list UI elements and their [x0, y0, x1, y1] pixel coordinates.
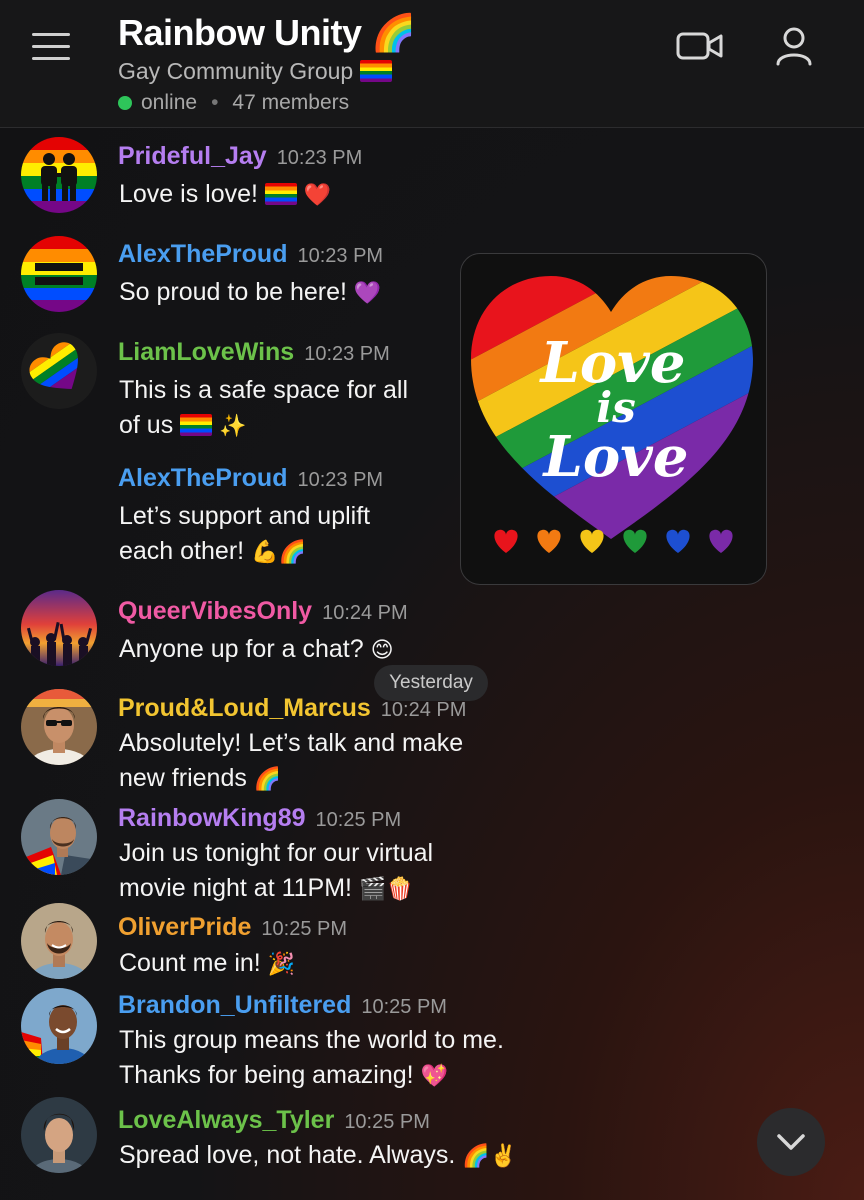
username[interactable]: RainbowKing89 [118, 804, 306, 832]
timestamp: 10:24 PM [322, 602, 408, 624]
username[interactable]: Prideful_Jay [118, 142, 267, 170]
member-count: 47 members [232, 91, 350, 114]
timestamp: 10:23 PM [297, 469, 384, 491]
shared-image-love-is-love[interactable]: Love is Love [460, 253, 767, 585]
username[interactable]: OliverPride [118, 913, 251, 941]
purple-heart-emoji: 💜 [353, 281, 382, 306]
message-body: This group means the world to me. [119, 1026, 504, 1054]
rainbow-peace-emoji: 🌈✌️ [462, 1144, 518, 1169]
avatar[interactable] [21, 137, 97, 213]
rainbow-emoji: 🌈 [253, 767, 282, 792]
avatar[interactable] [21, 333, 97, 409]
small-heart-icon [623, 529, 647, 553]
timestamp: 10:25 PM [344, 1111, 430, 1133]
message-text: This group means the world to me. Thanks … [119, 1023, 539, 1094]
online-indicator-icon [118, 96, 132, 110]
message-body: Let’s support and uplift [119, 502, 371, 530]
timestamp: 10:25 PM [315, 809, 402, 831]
group-title: Rainbow Unity 🌈 [118, 12, 416, 53]
chat-header: Rainbow Unity 🌈 Gay Community Group onli… [0, 0, 864, 128]
message-body: Spread love, not hate. Always. [119, 1141, 456, 1169]
group-subtitle-text: Gay Community Group [118, 58, 354, 84]
message-body: Join us tonight for our virtual [119, 839, 434, 867]
message-text: Let’s support and uplift each other! 💪🌈 [119, 499, 519, 570]
message-body-line2: movie night at 11PM! [119, 874, 352, 902]
timestamp: 10:23 PM [297, 245, 384, 267]
person-icon[interactable] [774, 26, 814, 66]
message-text: Join us tonight for our virtual movie nig… [119, 836, 519, 907]
video-camera-icon[interactable] [676, 28, 724, 64]
avatar[interactable] [21, 799, 97, 875]
small-heart-icon [666, 529, 690, 553]
message-body: Absolutely! Let’s talk and make [119, 729, 464, 757]
avatar[interactable] [21, 590, 97, 666]
message-body-line2: new friends [119, 764, 247, 792]
message-body-line2: each other! [119, 537, 245, 565]
rainbow-flag-icon [264, 183, 297, 205]
image-text-love-2: Love [542, 424, 689, 490]
sparkling-heart-emoji: 💖 [420, 1064, 448, 1089]
flex-rainbow-emoji: 💪🌈 [251, 540, 306, 565]
scroll-to-bottom-button[interactable] [757, 1108, 825, 1176]
rainbow-flag-icon [359, 60, 392, 82]
small-heart-icon [709, 529, 733, 553]
chevron-down-icon [777, 1134, 805, 1150]
message-body: Count me in! [119, 949, 261, 977]
sparkles-emoji: ✨ [219, 414, 247, 439]
timestamp: 10:25 PM [361, 996, 447, 1018]
online-status: online [141, 91, 198, 114]
avatar[interactable] [21, 689, 97, 765]
message-text: This is a safe space for all of us ✨ [119, 373, 519, 444]
timestamp: 10:23 PM [276, 147, 363, 169]
hamburger-menu-icon[interactable] [32, 33, 70, 61]
message-body-line2: of us [119, 411, 174, 439]
group-status: online • 47 members [118, 91, 349, 115]
message-text: Absolutely! Let’s talk and make new frien… [119, 726, 519, 797]
timestamp: 10:24 PM [380, 699, 467, 721]
small-heart-icon [494, 529, 518, 553]
movie-popcorn-emoji: 🎬🍿 [358, 877, 414, 902]
username[interactable]: AlexTheProud [118, 464, 287, 492]
group-subtitle: Gay Community Group [118, 58, 392, 85]
avatar[interactable] [21, 236, 97, 312]
username[interactable]: LoveAlways_Tyler [118, 1106, 334, 1134]
timestamp: 10:23 PM [304, 343, 390, 365]
message-body: Anyone up for a chat? [119, 635, 364, 663]
message-text: Anyone up for a chat? 😊 [119, 632, 519, 668]
username[interactable]: QueerVibesOnly [118, 597, 312, 625]
message-text: Love is love! ❤️ [119, 177, 519, 213]
avatar[interactable] [21, 988, 97, 1064]
message-text: Count me in! 🎉 [119, 946, 519, 982]
username[interactable]: Brandon_Unfiltered [118, 991, 351, 1019]
avatar[interactable] [21, 1097, 97, 1173]
rainbow-flag-icon [180, 414, 213, 436]
smile-emoji: 😊 [370, 638, 394, 663]
party-popper-emoji: 🎉 [267, 952, 296, 977]
message-text: So proud to be here! 💜 [119, 275, 519, 311]
username[interactable]: AlexTheProud [118, 240, 287, 268]
username[interactable]: LiamLoveWins [118, 338, 294, 366]
message-body: Love is love! [119, 180, 258, 208]
small-heart-icon [537, 529, 561, 553]
message-body: This is a safe space for all [119, 376, 409, 404]
small-heart-icon [580, 529, 604, 553]
heart-emoji: ❤️ [303, 183, 332, 208]
message-text: Spread love, not hate. Always. 🌈✌️ [119, 1138, 539, 1174]
message-body: So proud to be here! [119, 278, 347, 306]
avatar[interactable] [21, 903, 97, 979]
timestamp: 10:25 PM [261, 918, 348, 940]
message-body-line2: Thanks for being amazing! [119, 1061, 414, 1089]
username[interactable]: Proud&Loud_Marcus [118, 694, 371, 722]
rainbow-heart-image: Love is Love [471, 276, 753, 553]
status-separator: • [211, 91, 219, 114]
